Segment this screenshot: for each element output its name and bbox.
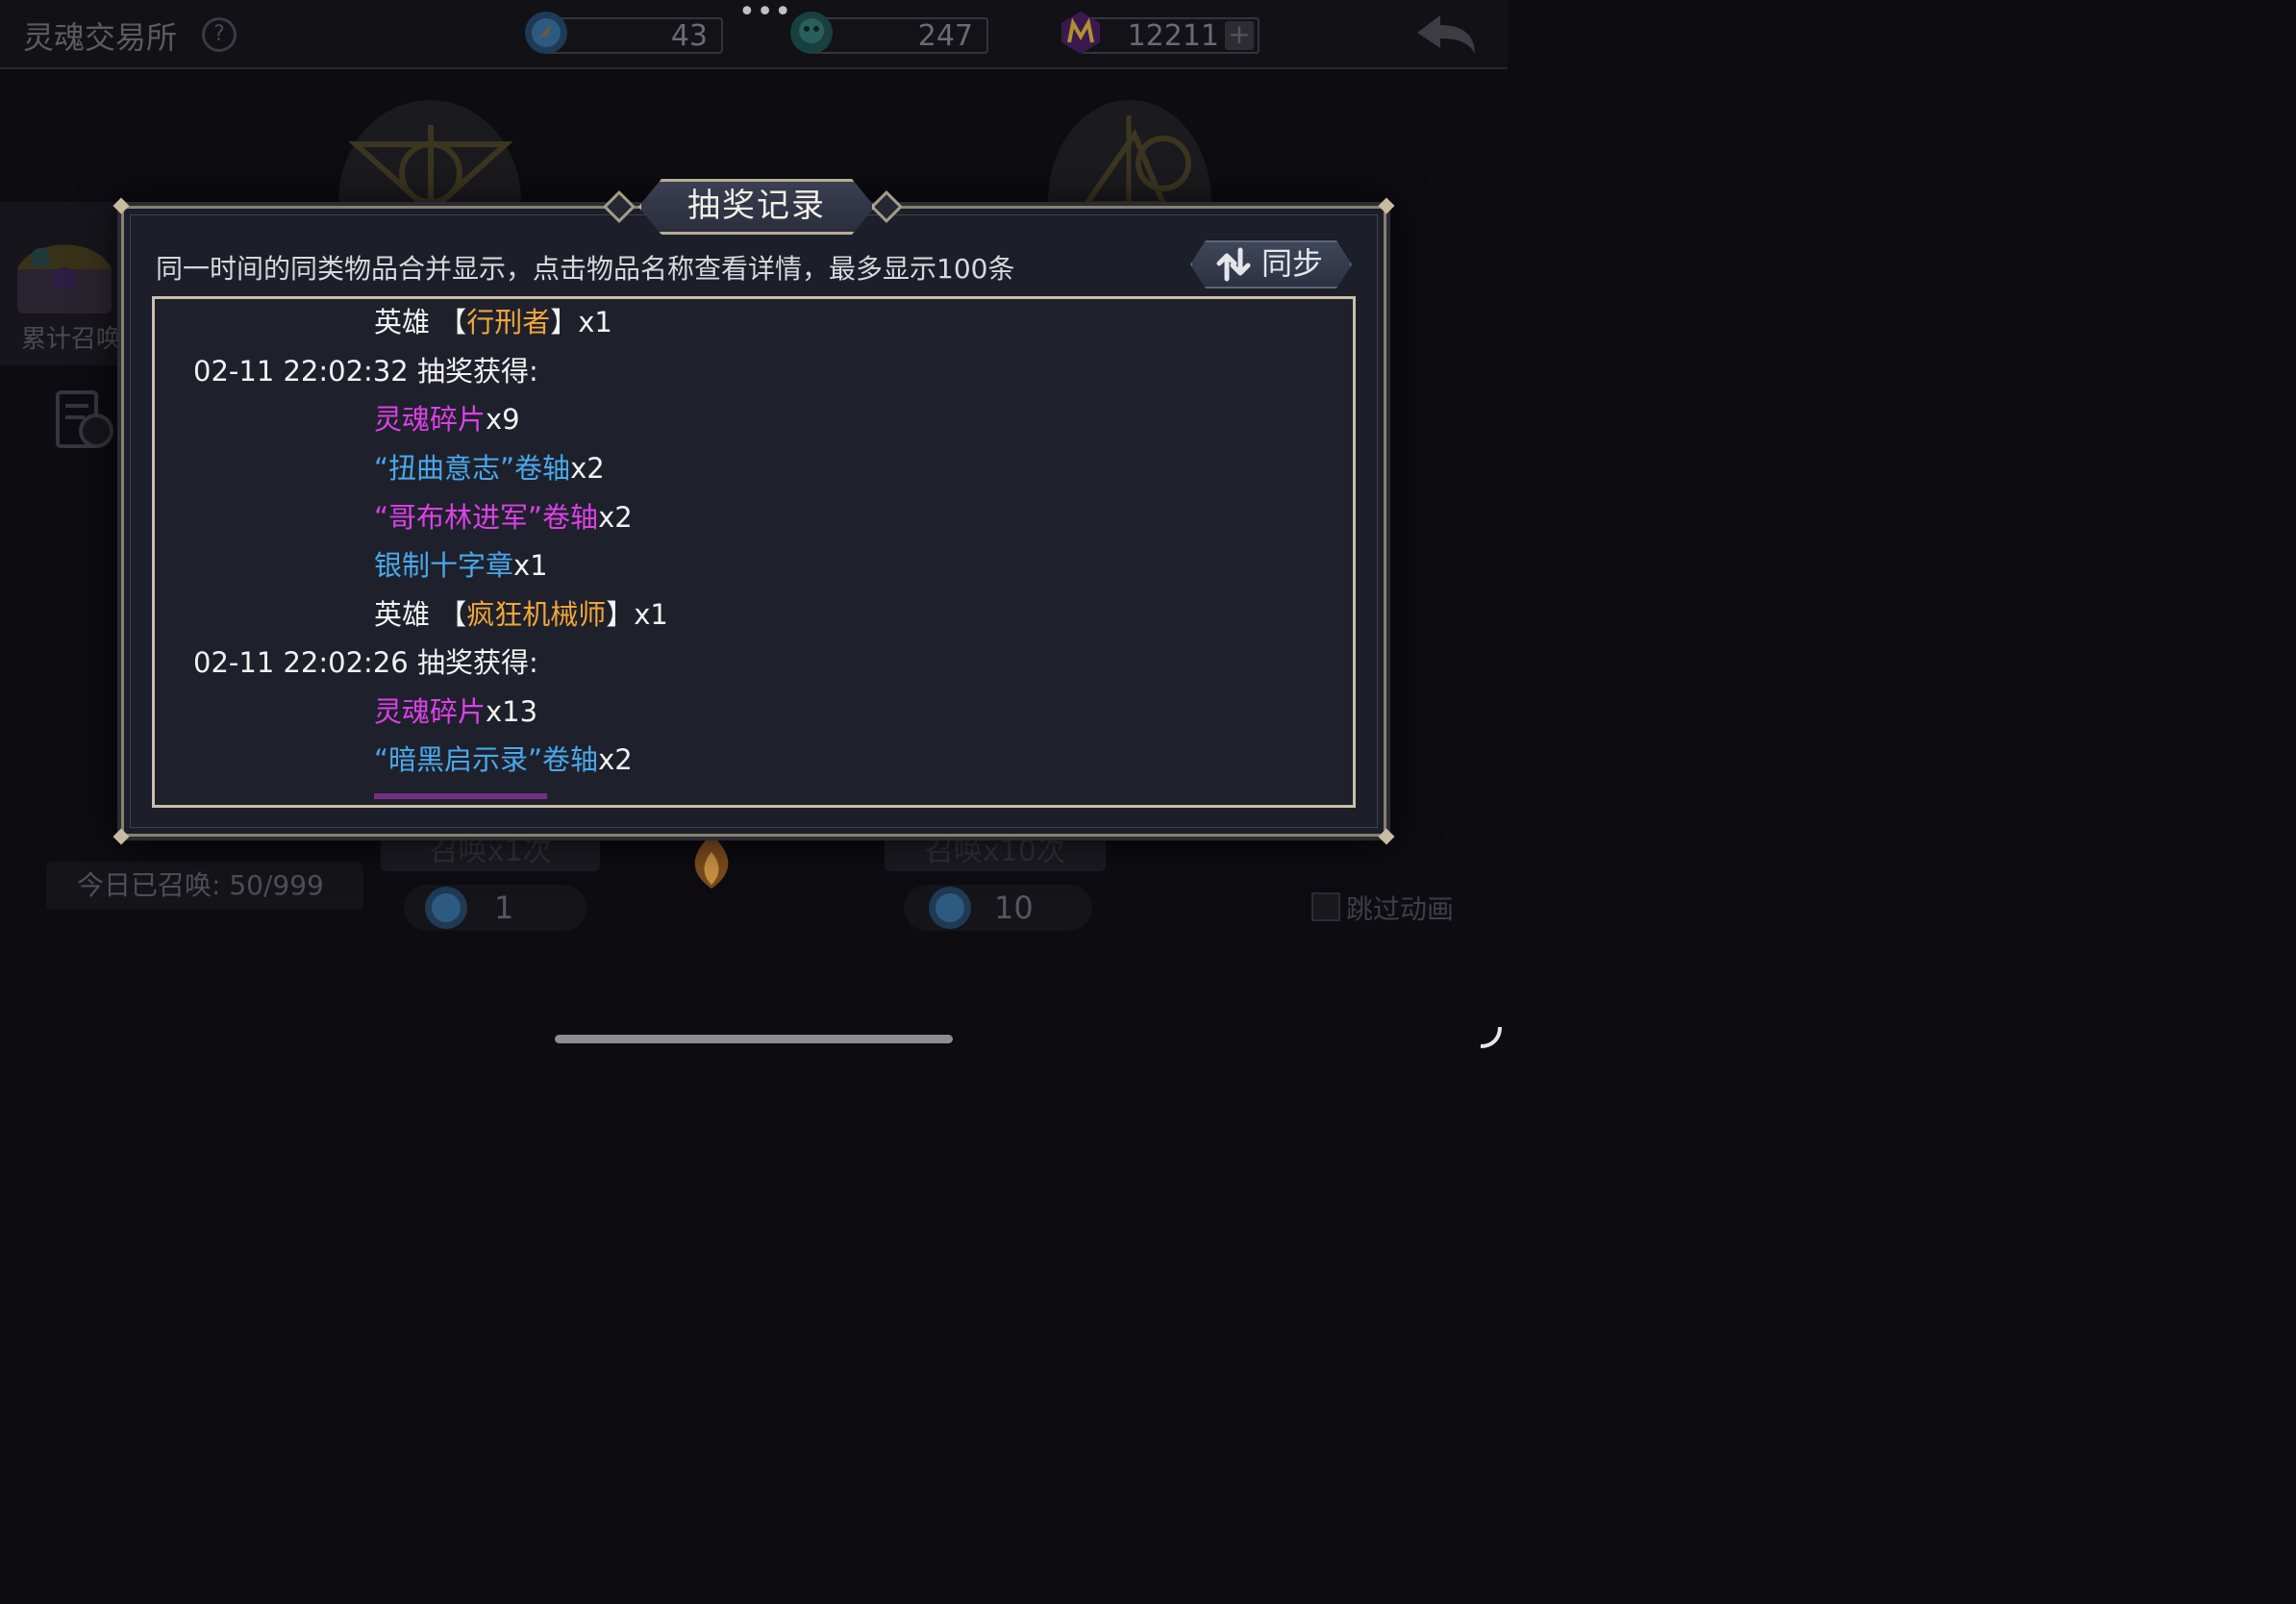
help-icon[interactable]: ? <box>202 17 237 52</box>
cost-one-value: 1 <box>494 890 514 926</box>
rotate-indicator-icon <box>1480 1026 1502 1048</box>
draw-timestamp: 02-11 22:02:32 抽奖获得: <box>193 355 538 388</box>
skip-animation-checkbox[interactable] <box>1311 892 1340 921</box>
item-record: 灵魂碎片x13 <box>374 692 537 731</box>
item-record: “哥布林进军”卷轴x2 <box>374 498 633 537</box>
item-qty: x9 <box>486 403 520 436</box>
hero-record: 英雄 【疯狂机械师】x1 <box>374 595 668 634</box>
page-title: 灵魂交易所 <box>23 19 178 56</box>
item-name-link[interactable]: 银制十字章 <box>374 549 513 582</box>
item-qty: x2 <box>570 452 605 485</box>
dialog-instruction: 同一时间的同类物品合并显示，点击物品名称查看详情，最多显示100条 <box>156 253 1015 285</box>
hero-prefix: 英雄 【 <box>374 598 467 631</box>
hero-suffix: 】x1 <box>550 306 612 338</box>
item-qty: x2 <box>598 743 633 776</box>
back-arrow-icon[interactable] <box>1413 10 1481 62</box>
item-name-link[interactable]: 灵魂碎片 <box>374 695 486 728</box>
more-options-icon[interactable]: ••• <box>738 0 792 27</box>
item-record: 银制十字章x1 <box>374 546 548 585</box>
draw-timestamp: 02-11 22:02:26 抽奖获得: <box>193 646 538 679</box>
soul-coin-icon <box>425 887 467 929</box>
flame-icon <box>694 835 729 889</box>
add-currency-icon[interactable]: + <box>1225 21 1254 50</box>
home-indicator[interactable] <box>555 1035 953 1043</box>
soul-coin-icon <box>525 12 567 54</box>
magic-m-icon <box>1061 12 1100 54</box>
currency-ghost-orb: 247 <box>810 17 988 54</box>
item-qty: x13 <box>486 695 538 728</box>
item-name-link[interactable]: “哥布林进军”卷轴 <box>374 501 598 534</box>
item-record: 灵魂碎片x9 <box>374 400 520 439</box>
ghost-orb-icon <box>790 12 833 54</box>
document-search-icon[interactable] <box>56 390 115 452</box>
summon-once-button[interactable]: 召唤x1次 <box>381 833 600 871</box>
rune-emblem-icon <box>348 125 513 212</box>
record-list[interactable]: 英雄 【行刑者】x1 02-11 22:02:32 抽奖获得: 灵魂碎片x9 “… <box>152 296 1356 808</box>
sync-label[interactable]: 同步 <box>1261 244 1323 283</box>
soul-coin-icon <box>929 887 971 929</box>
hero-name-link[interactable]: 行刑者 <box>466 306 550 338</box>
item-name-link[interactable]: “暗黑启示录”卷轴 <box>374 743 598 776</box>
currency-soul-coin: 43 <box>544 17 723 54</box>
hero-suffix: 】x1 <box>606 598 668 631</box>
item-record: “扭曲意志”卷轴x2 <box>374 449 605 488</box>
hero-name-link[interactable]: 疯狂机械师 <box>466 598 606 631</box>
currency-value: 12211 <box>1127 19 1219 53</box>
item-qty: x1 <box>513 549 548 582</box>
cut-off-row <box>374 793 547 799</box>
sync-arrows-icon[interactable] <box>1213 246 1254 283</box>
cumulative-summon-label: 累计召唤 <box>21 325 122 354</box>
hero-record: 英雄 【行刑者】x1 <box>374 303 612 341</box>
summon-ten-button[interactable]: 召唤x10次 <box>885 833 1106 871</box>
item-record: “暗黑启示录”卷轴x2 <box>374 740 633 779</box>
currency-value: 43 <box>670 19 708 53</box>
cost-ten-value: 10 <box>994 890 1034 926</box>
today-summon-count: 今日已召唤: 50/999 <box>46 862 363 910</box>
moon-emblem-icon <box>1083 115 1191 204</box>
item-name-link[interactable]: “扭曲意志”卷轴 <box>374 452 570 485</box>
item-name-link[interactable]: 灵魂碎片 <box>374 403 486 436</box>
treasure-chest-icon <box>17 244 112 313</box>
currency-value: 247 <box>917 19 973 53</box>
dialog-title: 抽奖记录 <box>687 187 826 225</box>
hero-prefix: 英雄 【 <box>374 306 467 338</box>
item-qty: x2 <box>598 501 633 534</box>
skip-animation-label[interactable]: 跳过动画 <box>1346 889 1454 927</box>
